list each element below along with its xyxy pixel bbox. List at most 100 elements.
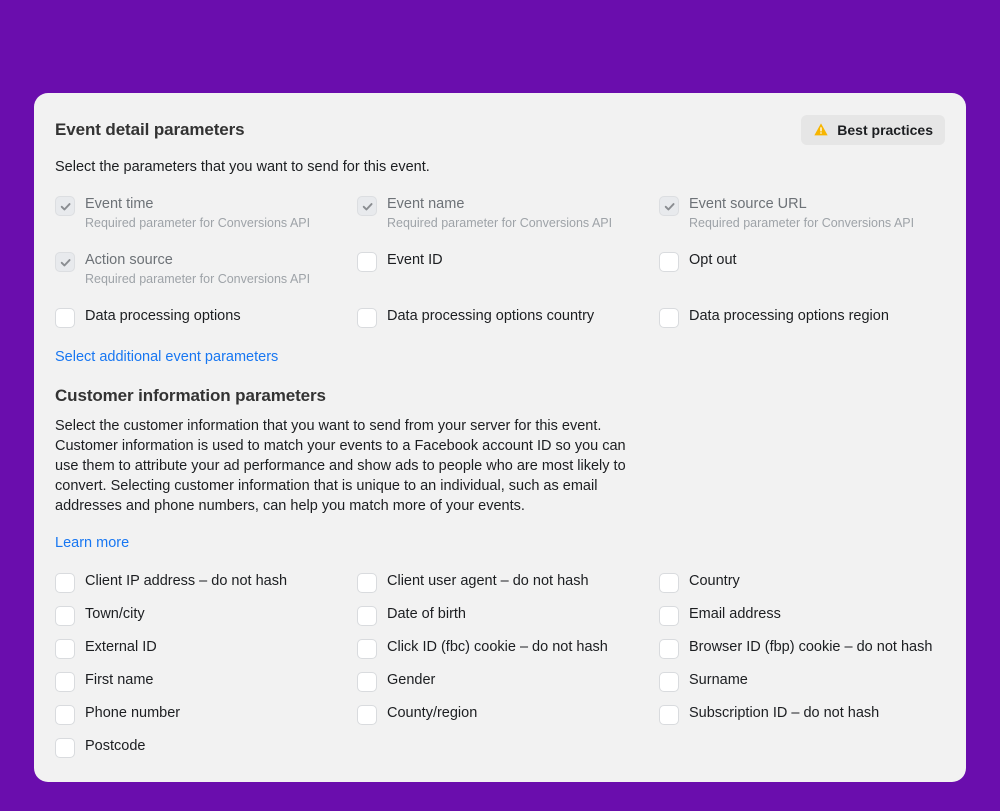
param-sub-id: Subscription ID – do not hash [659, 704, 945, 725]
param-label: Phone number [85, 704, 180, 723]
checkbox-gender[interactable] [357, 672, 377, 692]
event-params-desc: Select the parameters that you want to s… [55, 157, 945, 177]
param-label: Subscription ID – do not hash [689, 704, 879, 723]
param-label: Data processing options region [689, 307, 889, 326]
check-icon [663, 200, 676, 213]
param-label: Date of birth [387, 605, 466, 624]
param-label: Country [689, 572, 740, 591]
param-dpo-region: Data processing options region [659, 307, 945, 328]
checkbox-surname[interactable] [659, 672, 679, 692]
param-postcode: Postcode [55, 737, 341, 758]
checkbox-client-ip[interactable] [55, 573, 75, 593]
param-label: Client user agent – do not hash [387, 572, 589, 591]
param-client-ip: Client IP address – do not hash [55, 572, 341, 593]
param-email: Email address [659, 605, 945, 626]
checkbox-dpo-country[interactable] [357, 308, 377, 328]
param-fbp: Browser ID (fbp) cookie – do not hash [659, 638, 945, 659]
checkbox-client-ua[interactable] [357, 573, 377, 593]
event-params-row-2: Action source Required parameter for Con… [55, 251, 945, 287]
checkbox-town[interactable] [55, 606, 75, 626]
param-dob: Date of birth [357, 605, 643, 626]
param-label: Postcode [85, 737, 145, 756]
learn-more-link[interactable]: Learn more [55, 535, 129, 551]
param-label: Data processing options country [387, 307, 594, 326]
param-label: Event name [387, 195, 612, 214]
ci-row-4: First name Gender Surname [55, 671, 945, 692]
param-label: Client IP address – do not hash [85, 572, 287, 591]
param-action-source: Action source Required parameter for Con… [55, 251, 341, 287]
param-label: County/region [387, 704, 477, 723]
param-label: Gender [387, 671, 435, 690]
checkbox-country[interactable] [659, 573, 679, 593]
customer-info-title: Customer information parameters [55, 386, 945, 406]
param-label: Email address [689, 605, 781, 624]
settings-card: Event detail parameters Best practices S… [34, 93, 966, 782]
param-phone: Phone number [55, 704, 341, 725]
param-label: External ID [85, 638, 157, 657]
ci-row-1: Client IP address – do not hash Client u… [55, 572, 945, 593]
ci-row-2: Town/city Date of birth Email address [55, 605, 945, 626]
param-dpo: Data processing options [55, 307, 341, 328]
checkbox-event-id[interactable] [357, 252, 377, 272]
checkbox-opt-out[interactable] [659, 252, 679, 272]
checkbox-external-id[interactable] [55, 639, 75, 659]
checkbox-dob[interactable] [357, 606, 377, 626]
param-label: Town/city [85, 605, 145, 624]
checkbox-email[interactable] [659, 606, 679, 626]
check-icon [361, 200, 374, 213]
param-gender: Gender [357, 671, 643, 692]
param-label: Opt out [689, 251, 737, 270]
check-icon [59, 256, 72, 269]
param-sub: Required parameter for Conversions API [85, 271, 310, 287]
ci-row-3: External ID Click ID (fbc) cookie – do n… [55, 638, 945, 659]
param-client-ua: Client user agent – do not hash [357, 572, 643, 593]
param-sub: Required parameter for Conversions API [689, 215, 914, 231]
param-label: Event source URL [689, 195, 914, 214]
checkbox-fbc[interactable] [357, 639, 377, 659]
param-label: Event time [85, 195, 310, 214]
checkbox-sub-id[interactable] [659, 705, 679, 725]
best-practices-button[interactable]: Best practices [801, 115, 945, 145]
customer-info-desc: Select the customer information that you… [55, 416, 645, 516]
param-label: Click ID (fbc) cookie – do not hash [387, 638, 608, 657]
checkbox-county[interactable] [357, 705, 377, 725]
param-label: Event ID [387, 251, 443, 270]
param-event-time: Event time Required parameter for Conver… [55, 195, 341, 231]
checkbox-dpo[interactable] [55, 308, 75, 328]
param-town: Town/city [55, 605, 341, 626]
param-sub: Required parameter for Conversions API [85, 215, 310, 231]
checkbox-phone[interactable] [55, 705, 75, 725]
param-surname: Surname [659, 671, 945, 692]
checkbox-event-time [55, 196, 75, 216]
param-opt-out: Opt out [659, 251, 945, 287]
param-event-id: Event ID [357, 251, 643, 287]
param-fbc: Click ID (fbc) cookie – do not hash [357, 638, 643, 659]
param-label: Surname [689, 671, 748, 690]
additional-event-params-link[interactable]: Select additional event parameters [55, 349, 278, 365]
check-icon [59, 200, 72, 213]
param-first-name: First name [55, 671, 341, 692]
param-dpo-country: Data processing options country [357, 307, 643, 328]
param-sub: Required parameter for Conversions API [387, 215, 612, 231]
param-county: County/region [357, 704, 643, 725]
checkbox-action-source [55, 252, 75, 272]
checkbox-dpo-region[interactable] [659, 308, 679, 328]
header-row: Event detail parameters Best practices [55, 115, 945, 145]
checkbox-first-name[interactable] [55, 672, 75, 692]
param-event-name: Event name Required parameter for Conver… [357, 195, 643, 231]
param-external-id: External ID [55, 638, 341, 659]
best-practices-label: Best practices [837, 122, 933, 138]
ci-row-6: Postcode [55, 737, 945, 758]
checkbox-postcode[interactable] [55, 738, 75, 758]
param-label: Data processing options [85, 307, 241, 326]
param-label: Action source [85, 251, 310, 270]
warning-icon [813, 122, 829, 138]
param-label: First name [85, 671, 154, 690]
checkbox-event-name [357, 196, 377, 216]
param-label: Browser ID (fbp) cookie – do not hash [689, 638, 932, 657]
checkbox-fbp[interactable] [659, 639, 679, 659]
event-params-title: Event detail parameters [55, 120, 245, 140]
ci-row-5: Phone number County/region Subscription … [55, 704, 945, 725]
param-event-source-url: Event source URL Required parameter for … [659, 195, 945, 231]
param-country: Country [659, 572, 945, 593]
